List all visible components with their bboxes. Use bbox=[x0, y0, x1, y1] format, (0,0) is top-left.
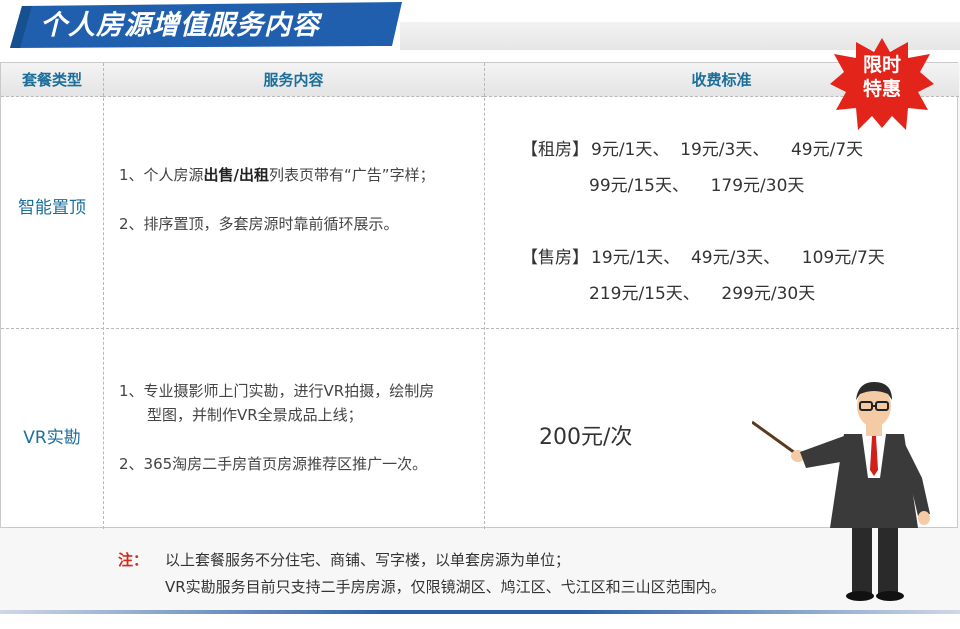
column-header-service: 服务内容 bbox=[103, 63, 484, 97]
rent-price-line: 99元/15天、 179元/30天 bbox=[589, 176, 805, 196]
service-item: 1、专业摄影师上门实勘，进行VR拍摄，绘制房 bbox=[119, 382, 435, 400]
badge-text: 限时 特惠 bbox=[830, 53, 934, 101]
vr-price: 200元/次 bbox=[539, 425, 633, 450]
column-divider bbox=[484, 63, 485, 529]
row-divider bbox=[1, 328, 959, 329]
service-item-continued: 型图，并制作VR全景成品上线； bbox=[147, 406, 363, 424]
column-divider bbox=[103, 63, 104, 529]
service-item: 1、个人房源出售/出租列表页带有“广告”字样； bbox=[119, 163, 435, 187]
row-type-smart-top: 智能置顶 bbox=[18, 198, 86, 218]
rent-price-line: 9元/1天、 19元/3天、 49元/7天 bbox=[591, 140, 864, 160]
page-title: 个人房源增值服务内容 bbox=[40, 10, 320, 41]
note-line: 以上套餐服务不分住宅、商铺、写字楼，以单套房源为单位； bbox=[165, 551, 571, 569]
badge-line: 限时 bbox=[862, 54, 901, 76]
promo-badge: 限时 特惠 bbox=[830, 38, 934, 130]
header-banner: 个人房源增值服务内容 bbox=[10, 2, 402, 48]
service-text: 列表页带有“广告”字样； bbox=[269, 166, 435, 184]
sale-label: 【售房】 bbox=[521, 248, 589, 268]
note-label: 注： bbox=[118, 551, 149, 569]
presenter-man-icon bbox=[751, 382, 930, 601]
badge-line: 特惠 bbox=[862, 78, 901, 100]
rent-label: 【租房】 bbox=[521, 140, 589, 160]
row-type-vr: VR实勘 bbox=[23, 428, 81, 448]
bottom-divider bbox=[0, 610, 960, 614]
service-text-bold: 出售/出租 bbox=[203, 166, 270, 184]
sale-price-line: 219元/15天、 299元/30天 bbox=[589, 284, 816, 304]
presenter-illustration bbox=[751, 378, 942, 604]
sale-price-line: 19元/1天、 49元/3天、 109元/7天 bbox=[591, 248, 885, 268]
column-header-type: 套餐类型 bbox=[1, 63, 103, 97]
service-text: 1、个人房源 bbox=[119, 166, 204, 184]
service-item: 2、365淘房二手房首页房源推荐区推广一次。 bbox=[119, 455, 428, 473]
note-line: VR实勘服务目前只支持二手房房源，仅限镜湖区、鸠江区、弋江区和三山区范围内。 bbox=[165, 578, 726, 596]
service-item: 2、排序置顶，多套房源时靠前循环展示。 bbox=[119, 215, 399, 233]
